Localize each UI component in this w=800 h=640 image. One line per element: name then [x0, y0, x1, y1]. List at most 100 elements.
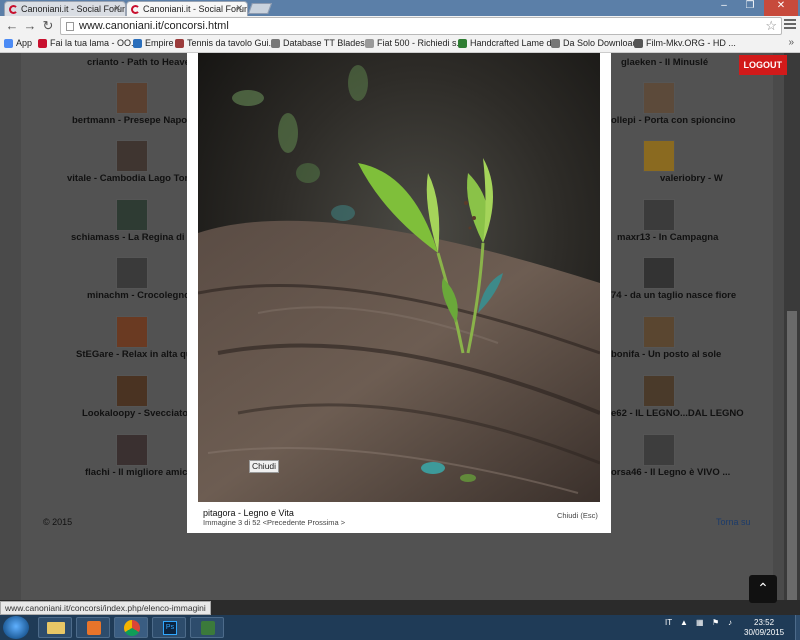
media-player-icon[interactable] — [76, 617, 110, 638]
gallery-thumbnail[interactable] — [116, 375, 148, 407]
bookmark-item[interactable]: Fai la tua lama - OO... — [38, 38, 139, 48]
clock-date: 30/09/2015 — [744, 628, 785, 637]
gallery-item-caption[interactable]: valeriobry - W — [660, 173, 723, 184]
scrollbar-thumb[interactable] — [787, 311, 797, 600]
bookmark-item[interactable]: Fiat 500 - Richiedi s... — [365, 38, 464, 48]
gallery-item-caption[interactable]: minachm - Crocolegno — [87, 290, 190, 301]
gallery-thumbnail[interactable] — [643, 82, 675, 114]
minimize-icon[interactable]: – — [712, 0, 736, 16]
lightbox-navigation[interactable]: Immagine 3 di 52 <Precedente Prossima > — [203, 518, 345, 527]
restore-icon[interactable]: ❐ — [738, 0, 762, 16]
bookmark-item[interactable]: Database TT Blades ... — [271, 38, 375, 48]
logout-button[interactable]: LOGOUT — [738, 55, 787, 75]
gallery-thumbnail[interactable] — [116, 434, 148, 466]
bookmark-label: Fai la tua lama - OO... — [50, 38, 139, 48]
volume-icon[interactable]: ♪ — [728, 618, 732, 627]
page-icon — [66, 22, 74, 31]
bookmark-favicon-icon — [38, 39, 47, 48]
address-bar[interactable]: www.canoniani.it/concorsi.html ☆ — [60, 17, 782, 35]
input-language[interactable]: IT — [665, 618, 672, 627]
bookmark-page-icon — [551, 39, 560, 48]
gallery-thumbnail[interactable] — [643, 375, 675, 407]
bookmark-label: Empire — [145, 38, 174, 48]
bookmark-favicon-icon — [458, 39, 467, 48]
gallery-item-caption[interactable]: flachi - Il migliore amico — [85, 467, 193, 478]
chrome-taskbar-icon[interactable] — [114, 617, 148, 638]
bookmarks-overflow-icon[interactable]: » — [788, 37, 794, 48]
tab-strip: Canoniani.it - Social Forum ✕ Canoniani.… — [0, 0, 800, 16]
bookmark-favicon-icon — [133, 39, 142, 48]
bookmark-favicon-icon — [634, 39, 643, 48]
apps-grid-icon — [4, 39, 13, 48]
system-clock[interactable]: 23:52 30/09/2015 — [744, 618, 784, 638]
gallery-thumbnail[interactable] — [116, 257, 148, 289]
reload-icon[interactable]: ↻ — [40, 18, 56, 34]
canoniani-favicon-icon — [9, 5, 18, 14]
tray-expand-icon[interactable]: ▲ — [680, 618, 688, 627]
bookmark-item[interactable]: Empire — [133, 38, 174, 48]
bookmark-label: Tennis da tavolo Gui... — [187, 38, 277, 48]
windows-start-icon[interactable] — [3, 616, 29, 639]
chevron-up-icon: ⌃ — [757, 580, 769, 596]
lightbox-photo[interactable] — [198, 53, 600, 502]
gallery-thumbnail[interactable] — [116, 82, 148, 114]
gallery-thumbnail[interactable] — [643, 257, 675, 289]
network-icon[interactable]: ▦ — [696, 618, 704, 627]
photoshop-icon[interactable]: Ps — [152, 617, 186, 638]
gallery-item-caption[interactable]: orsa46 - Il Legno è VIVO ... — [611, 467, 730, 478]
gallery-thumbnail[interactable] — [643, 434, 675, 466]
bookmark-star-icon[interactable]: ☆ — [765, 18, 777, 34]
gallery-thumbnail[interactable] — [643, 140, 675, 172]
chrome-menu-icon[interactable] — [784, 19, 796, 31]
bookmark-item[interactable]: Tennis da tavolo Gui... — [175, 38, 276, 48]
canoniani-favicon-icon — [131, 5, 140, 14]
close-tab-icon[interactable]: ✕ — [113, 3, 121, 14]
close-tab-icon[interactable]: ✕ — [235, 3, 243, 14]
bookmarks-bar: App Fai la tua lama - OO... Empire Tenni… — [0, 36, 800, 53]
status-bar: www.canoniani.it/concorsi/index.php/elen… — [0, 601, 211, 615]
gallery-thumbnail[interactable] — [116, 140, 148, 172]
windows-taskbar: Ps IT ▲ ▦ ⚑ ♪ 23:52 30/09/2015 — [0, 615, 800, 640]
clock-time: 23:52 — [754, 618, 775, 627]
bookmark-favicon-icon — [175, 39, 184, 48]
close-tooltip-button[interactable]: Chiudi — [249, 460, 279, 473]
gallery-item-caption[interactable]: bonifa - Un posto al sole — [611, 349, 721, 360]
browser-toolbar: ← → ↻ www.canoniani.it/concorsi.html ☆ — [0, 16, 800, 36]
bookmark-label: Da Solo Download — [563, 38, 638, 48]
gallery-item-caption[interactable]: ollepi - Porta con spioncino — [611, 115, 736, 126]
gallery-thumbnail[interactable] — [643, 199, 675, 231]
scroll-to-top-button[interactable]: ⌃ — [749, 575, 777, 603]
bookmark-page-icon — [365, 39, 374, 48]
back-to-top-link[interactable]: Torna su — [716, 517, 751, 527]
page-scrollbar[interactable] — [784, 53, 800, 600]
photos-app-icon[interactable] — [190, 617, 224, 638]
gallery-item-caption[interactable]: e62 - IL LEGNO...DAL LEGNO — [611, 408, 744, 419]
bookmark-item[interactable]: Da Solo Download — [551, 38, 638, 48]
new-tab-button[interactable] — [247, 3, 273, 14]
gallery-item-caption[interactable]: crianto - Path to Heaven — [87, 57, 196, 68]
bookmark-page-icon — [271, 39, 280, 48]
action-center-icon[interactable]: ⚑ — [712, 618, 719, 627]
gallery-item-caption[interactable]: glaeken - Il Minuslé — [621, 57, 708, 68]
gallery-item-caption[interactable]: Lookaloopy - Svecciatoio — [82, 408, 197, 419]
bookmark-app[interactable]: App — [4, 38, 32, 48]
close-window-icon[interactable]: ✕ — [764, 0, 798, 16]
back-icon[interactable]: ← — [4, 18, 20, 34]
gallery-thumbnail[interactable] — [643, 316, 675, 348]
bookmark-item[interactable]: Handcrafted Lame d... — [458, 38, 559, 48]
show-desktop-button[interactable] — [795, 615, 800, 640]
forward-icon[interactable]: → — [22, 18, 38, 34]
tab-title: Canoniani.it - Social Forum — [143, 4, 248, 14]
tab-title: Canoniani.it - Social Forum — [21, 4, 126, 14]
lightbox-image-title: pitagora - Legno e Vita — [203, 508, 294, 518]
file-explorer-icon[interactable] — [38, 617, 72, 638]
browser-tab-1[interactable]: Canoniani.it - Social Forum ✕ — [4, 1, 126, 16]
sprout-on-bark-image — [198, 53, 600, 502]
browser-tab-2[interactable]: Canoniani.it - Social Forum ✕ — [126, 1, 248, 16]
gallery-item-caption[interactable]: 74 - da un taglio nasce fiore — [611, 290, 736, 301]
gallery-thumbnail[interactable] — [116, 316, 148, 348]
bookmark-item[interactable]: Film-Mkv.ORG - HD ... — [634, 38, 736, 48]
gallery-item-caption[interactable]: maxr13 - In Campagna — [617, 232, 718, 243]
gallery-thumbnail[interactable] — [116, 199, 148, 231]
lightbox-close-link[interactable]: Chiudi (Esc) — [557, 511, 598, 520]
